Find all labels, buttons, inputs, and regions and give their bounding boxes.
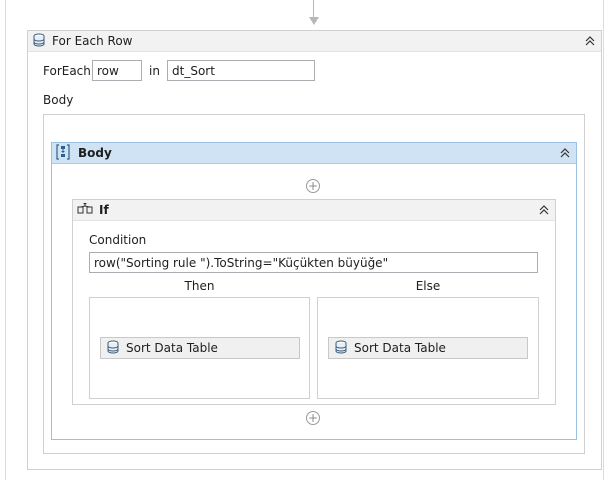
add-activity-icon[interactable]: +: [306, 411, 320, 425]
body-sequence-header[interactable]: Body: [52, 143, 576, 164]
else-label: Else: [415, 279, 441, 293]
condition-input[interactable]: row("Sorting rule ").ToString="Küçükten …: [89, 252, 538, 273]
if-title: If: [99, 203, 109, 217]
add-activity-icon[interactable]: +: [306, 179, 320, 193]
data-table-icon: [334, 340, 348, 357]
if-header[interactable]: If: [73, 200, 555, 221]
else-activity-title: Sort Data Table: [354, 341, 446, 355]
collapse-icon[interactable]: [537, 203, 551, 217]
for-each-row-header[interactable]: For Each Row: [28, 31, 601, 52]
data-table-icon: [106, 340, 120, 357]
flow-connector-arrow-icon: [309, 17, 319, 25]
data-table-icon: [32, 33, 46, 50]
collapse-icon[interactable]: [583, 34, 597, 48]
then-label: Then: [184, 279, 215, 293]
else-sort-data-table-activity[interactable]: Sort Data Table: [328, 337, 528, 359]
flow-connector-line: [313, 0, 314, 18]
collapse-icon[interactable]: [558, 146, 572, 160]
item-name-input[interactable]: row: [92, 60, 142, 81]
body-label: Body: [43, 93, 74, 107]
in-label: in: [149, 64, 160, 78]
for-each-row-title: For Each Row: [52, 34, 133, 48]
then-activity-title: Sort Data Table: [126, 341, 218, 355]
if-icon: [77, 202, 93, 219]
sequence-icon: [56, 143, 70, 163]
condition-label: Condition: [89, 233, 147, 247]
body-sequence-title: Body: [78, 146, 112, 160]
then-sort-data-table-activity[interactable]: Sort Data Table: [100, 337, 300, 359]
collection-input[interactable]: dt_Sort: [167, 60, 315, 81]
foreach-label: ForEach: [43, 64, 91, 78]
